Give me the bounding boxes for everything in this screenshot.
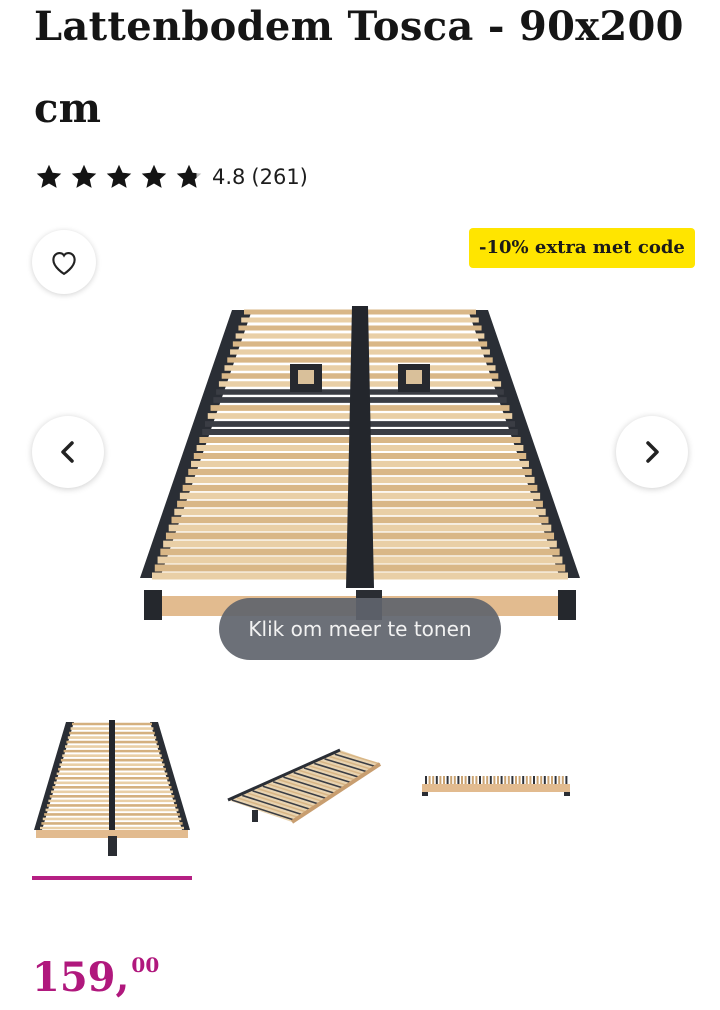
rating-summary[interactable]: 4.8 (261) [34, 160, 308, 194]
star-icon [106, 164, 132, 188]
thumbnail-3[interactable] [416, 700, 576, 860]
thumbnail-1[interactable] [32, 700, 192, 860]
gallery-next-button[interactable] [616, 416, 688, 488]
chevron-right-icon [646, 441, 659, 463]
show-more-button[interactable]: Klik om meer te tonen [219, 598, 501, 660]
favorite-button[interactable] [32, 230, 96, 294]
heart-outline-icon [52, 251, 76, 276]
product-image-main[interactable] [140, 260, 580, 620]
rating-score: 4.8 [212, 165, 246, 189]
star-icon [36, 164, 62, 188]
promo-badge: -10% extra met code [469, 228, 695, 268]
star-rating [34, 162, 204, 192]
star-icon [141, 164, 167, 188]
product-gallery: -10% extra met code Klik om meer te tone… [0, 220, 720, 680]
product-title: Lattenbodem Tosca - 90x200 cm [34, 3, 684, 132]
star-icon [176, 164, 202, 188]
chevron-left-icon [61, 441, 74, 463]
thumbnail-active-indicator [32, 876, 192, 880]
price-whole: 159, [32, 954, 130, 1001]
gallery-prev-button[interactable] [32, 416, 104, 488]
thumbnail-strip [0, 700, 720, 890]
star-icon [71, 164, 97, 188]
price-cents: 00 [131, 953, 160, 977]
thumbnail-2[interactable] [222, 700, 382, 860]
review-count[interactable]: (261) [251, 165, 307, 189]
product-price: 159, 00 [32, 948, 159, 1008]
